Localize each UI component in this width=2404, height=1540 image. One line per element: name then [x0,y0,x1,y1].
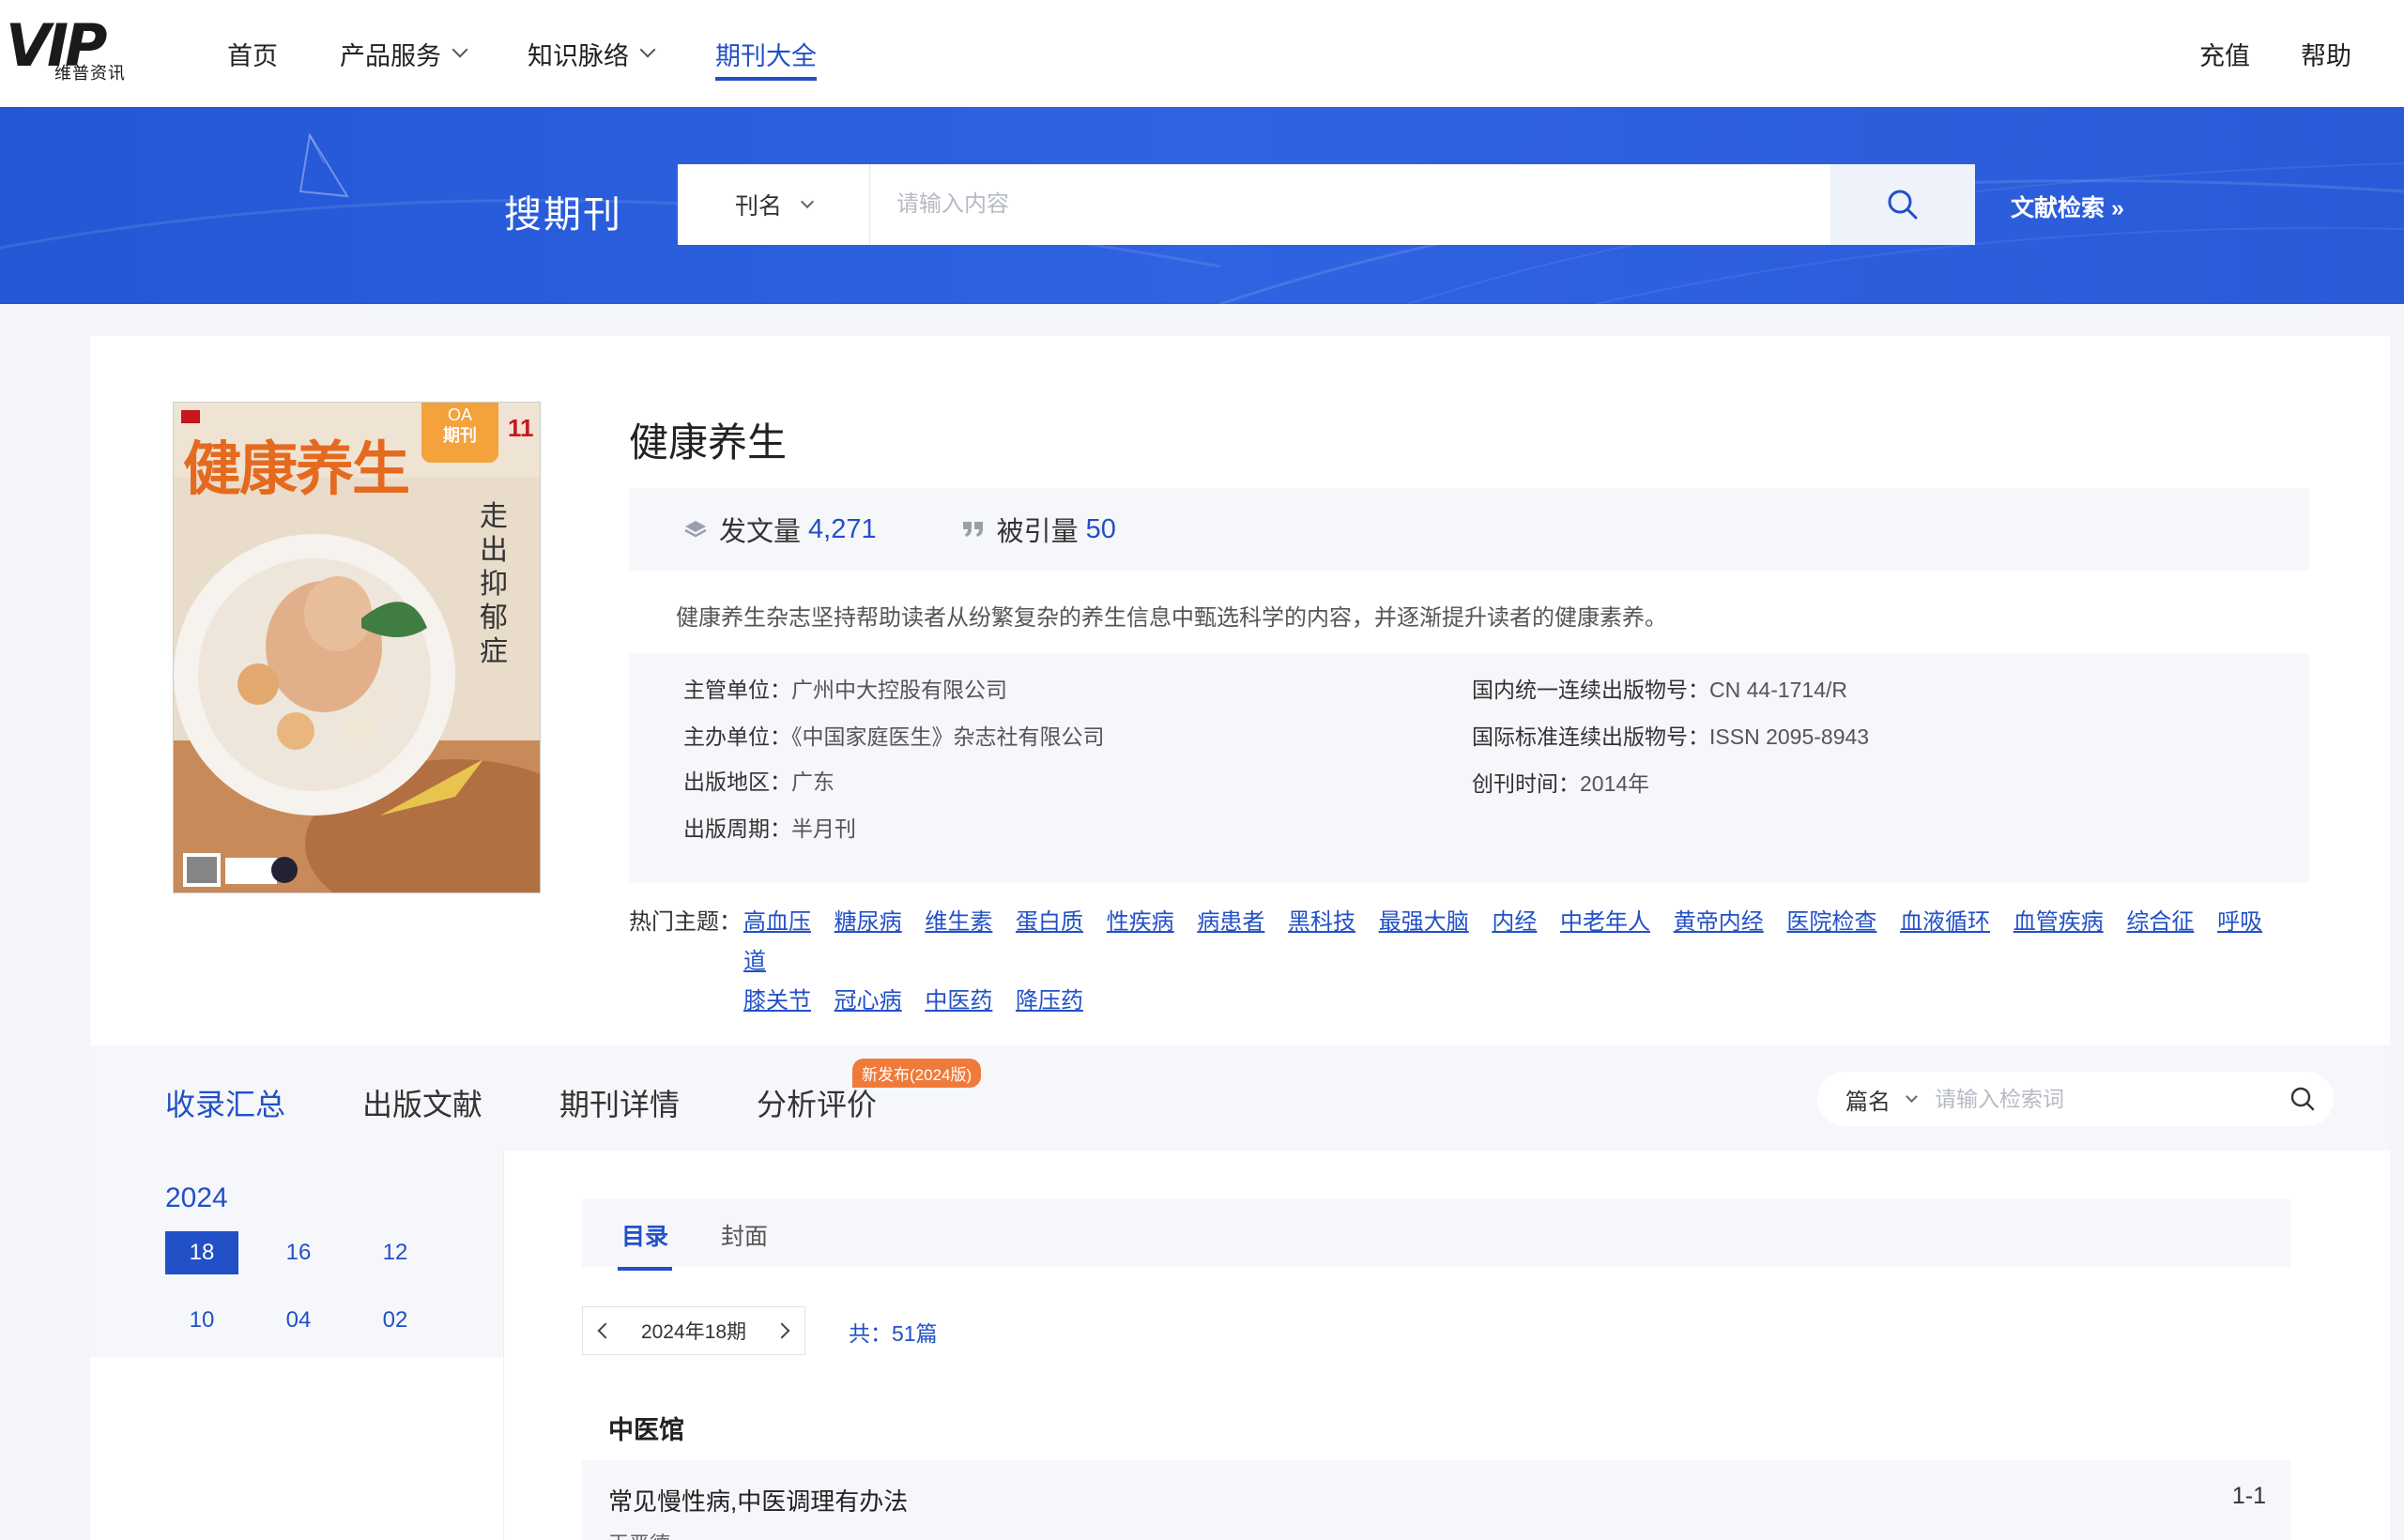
article-title[interactable]: 常见慢性病,中医调理有办法 [608,1483,908,1517]
panel-divider [503,1151,504,1540]
topic-link[interactable]: 综合征 [2126,909,2194,935]
issue-navigator: 2024年18期 [582,1306,805,1355]
topic-link[interactable]: 膝关节 [743,988,811,1014]
publications-count[interactable]: 4,271 [808,514,877,545]
issue-item[interactable]: 02 [359,1299,432,1342]
cover-headline: 走出抑郁症 [480,500,508,668]
new-release-badge: 新发布(2024版) [852,1059,982,1088]
prev-issue-icon[interactable] [597,1322,614,1339]
chevron-down-icon [452,41,468,58]
tab-details[interactable]: 期刊详情 [559,1081,680,1124]
topic-link[interactable]: 性疾病 [1107,909,1174,935]
topic-link[interactable]: 病患者 [1197,909,1264,935]
nav-home[interactable]: 首页 [227,0,278,107]
subtab-cover[interactable]: 封面 [721,1218,768,1252]
next-issue-icon[interactable] [773,1322,790,1339]
year-label[interactable]: 2024 [165,1182,228,1214]
stat-citations: 被引量 50 [961,510,1116,549]
journal-info-panel: 主管单位：广州中大控股有限公司 主办单位：《中国家庭医生》杂志社有限公司 出版地… [629,653,2309,882]
journal-stats: 发文量 4,271 被引量 50 [629,488,2309,571]
info-issn: 国际标准连续出版物号：ISSN 2095-8943 [1472,724,1870,749]
issue-item[interactable]: 12 [359,1231,432,1274]
journal-description: 健康养生杂志坚持帮助读者从纷繁复杂的养生信息中甄选科学的内容，并逐渐提升读者的健… [676,605,1667,631]
chevron-down-icon [1906,1090,1918,1103]
banner-title: 搜期刊 [504,194,622,236]
issue-item[interactable]: 10 [165,1299,238,1342]
article-count: 共：51篇 [849,1321,938,1346]
info-cycle: 出版周期：半月刊 [683,816,856,841]
logo-subtitle: 维普资讯 [54,64,126,83]
hot-topics-list: 高血压 糖尿病 维生素 蛋白质 性疾病 病患者 黑科技 最强大脑 内经 中老年人… [743,903,2264,1021]
help-link[interactable]: 帮助 [2301,36,2351,72]
tab-publications[interactable]: 出版文献 [362,1081,482,1124]
tab-summary[interactable]: 收录汇总 [165,1081,285,1124]
search-input[interactable] [870,164,1830,245]
search-icon[interactable] [2289,1085,2317,1113]
layers-icon [684,521,707,538]
toc-section-title: 中医馆 [608,1416,684,1444]
topic-link[interactable]: 血液循环 [1900,909,1990,935]
inner-search-input[interactable] [1935,1086,2289,1112]
recharge-link[interactable]: 充值 [2199,36,2250,72]
nav-products[interactable]: 产品服务 [340,0,468,107]
cover-masthead: 健康养生 [183,435,410,503]
stat-publications: 发文量 4,271 [683,510,877,549]
main-nav: 首页 产品服务 知识脉络 期刊大全 [227,0,879,107]
current-issue-label: 2024年18期 [640,1321,747,1343]
topic-link[interactable]: 中老年人 [1560,909,1650,935]
topic-link[interactable]: 维生素 [925,909,992,935]
issue-item[interactable]: 04 [262,1299,335,1342]
info-supervisor: 主管单位：广州中大控股有限公司 [683,678,1007,702]
topic-link[interactable]: 高血压 [743,909,811,935]
search-button[interactable] [1830,164,1975,245]
journal-card: 健康养生 OA 期刊 11 走出抑郁症 健康养生 发文量 4,271 被引量 50 … [90,336,2390,1540]
issue-item[interactable]: 16 [262,1231,335,1274]
article-author[interactable]: 王严德 [608,1528,670,1540]
quote-icon [962,522,983,537]
topic-link[interactable]: 黄帝内经 [1674,909,1764,935]
journal-cover-image[interactable]: 健康养生 OA 期刊 11 走出抑郁症 [173,402,541,893]
journal-search-box: 刊名 [678,164,1975,245]
chevron-down-icon [800,194,815,209]
nav-right: 充值 帮助 [2149,0,2351,107]
info-sponsor: 主办单位：《中国家庭医生》杂志社有限公司 [683,724,1105,749]
info-cn: 国内统一连续出版物号：CN 44-1714/R [1472,678,1848,702]
topic-link[interactable]: 蛋白质 [1016,909,1083,935]
hot-topics-label: 热门主题： [629,909,742,935]
nav-journals[interactable]: 期刊大全 [715,0,817,107]
search-type-select[interactable]: 刊名 [678,164,870,245]
issue-year-panel: 2024 18 16 12 10 04 02 [90,1151,503,1357]
journal-title: 健康养生 [629,420,788,465]
inner-search-type-select[interactable]: 篇名 [1845,1083,1918,1116]
search-banner: 搜期刊 刊名 文献检索 » [0,107,2404,304]
citations-count[interactable]: 50 [1086,514,1116,545]
oa-badge: OA 期刊 [421,403,498,463]
topic-link[interactable]: 医院检查 [1786,909,1876,935]
topic-link[interactable]: 黑科技 [1288,909,1355,935]
info-region: 出版地区：广东 [683,770,835,794]
nav-knowledge[interactable]: 知识脉络 [528,0,656,107]
advanced-search-link[interactable]: 文献检索 » [2011,190,2124,223]
topic-link[interactable]: 最强大脑 [1379,909,1469,935]
content-subtabs: 目录 封面 [582,1199,2290,1271]
toc-article-row[interactable]: 常见慢性病,中医调理有办法 1-1 王严德 [582,1460,2290,1540]
topic-link[interactable]: 冠心病 [835,988,902,1014]
topic-link[interactable]: 降压药 [1016,988,1083,1014]
topic-link[interactable]: 内经 [1492,909,1537,935]
cover-issue-number: 11 [508,414,534,442]
inner-search-box: 篇名 [1817,1072,2334,1126]
search-icon [1888,190,1918,220]
info-founded: 创刊时间：2014年 [1472,771,1650,796]
vip-logo[interactable]: VIP 维普资讯 [6,17,137,84]
topic-link[interactable]: 糖尿病 [835,909,902,935]
topic-link[interactable]: 血管疾病 [2014,909,2104,935]
article-pages: 1-1 [2231,1483,2266,1509]
subtab-toc[interactable]: 目录 [617,1218,673,1271]
chevron-down-icon [639,41,656,58]
issue-item[interactable]: 18 [165,1231,238,1274]
topic-link[interactable]: 中医药 [925,988,992,1014]
top-navbar: VIP 维普资讯 首页 产品服务 知识脉络 期刊大全 充值 帮助 [0,0,2404,107]
